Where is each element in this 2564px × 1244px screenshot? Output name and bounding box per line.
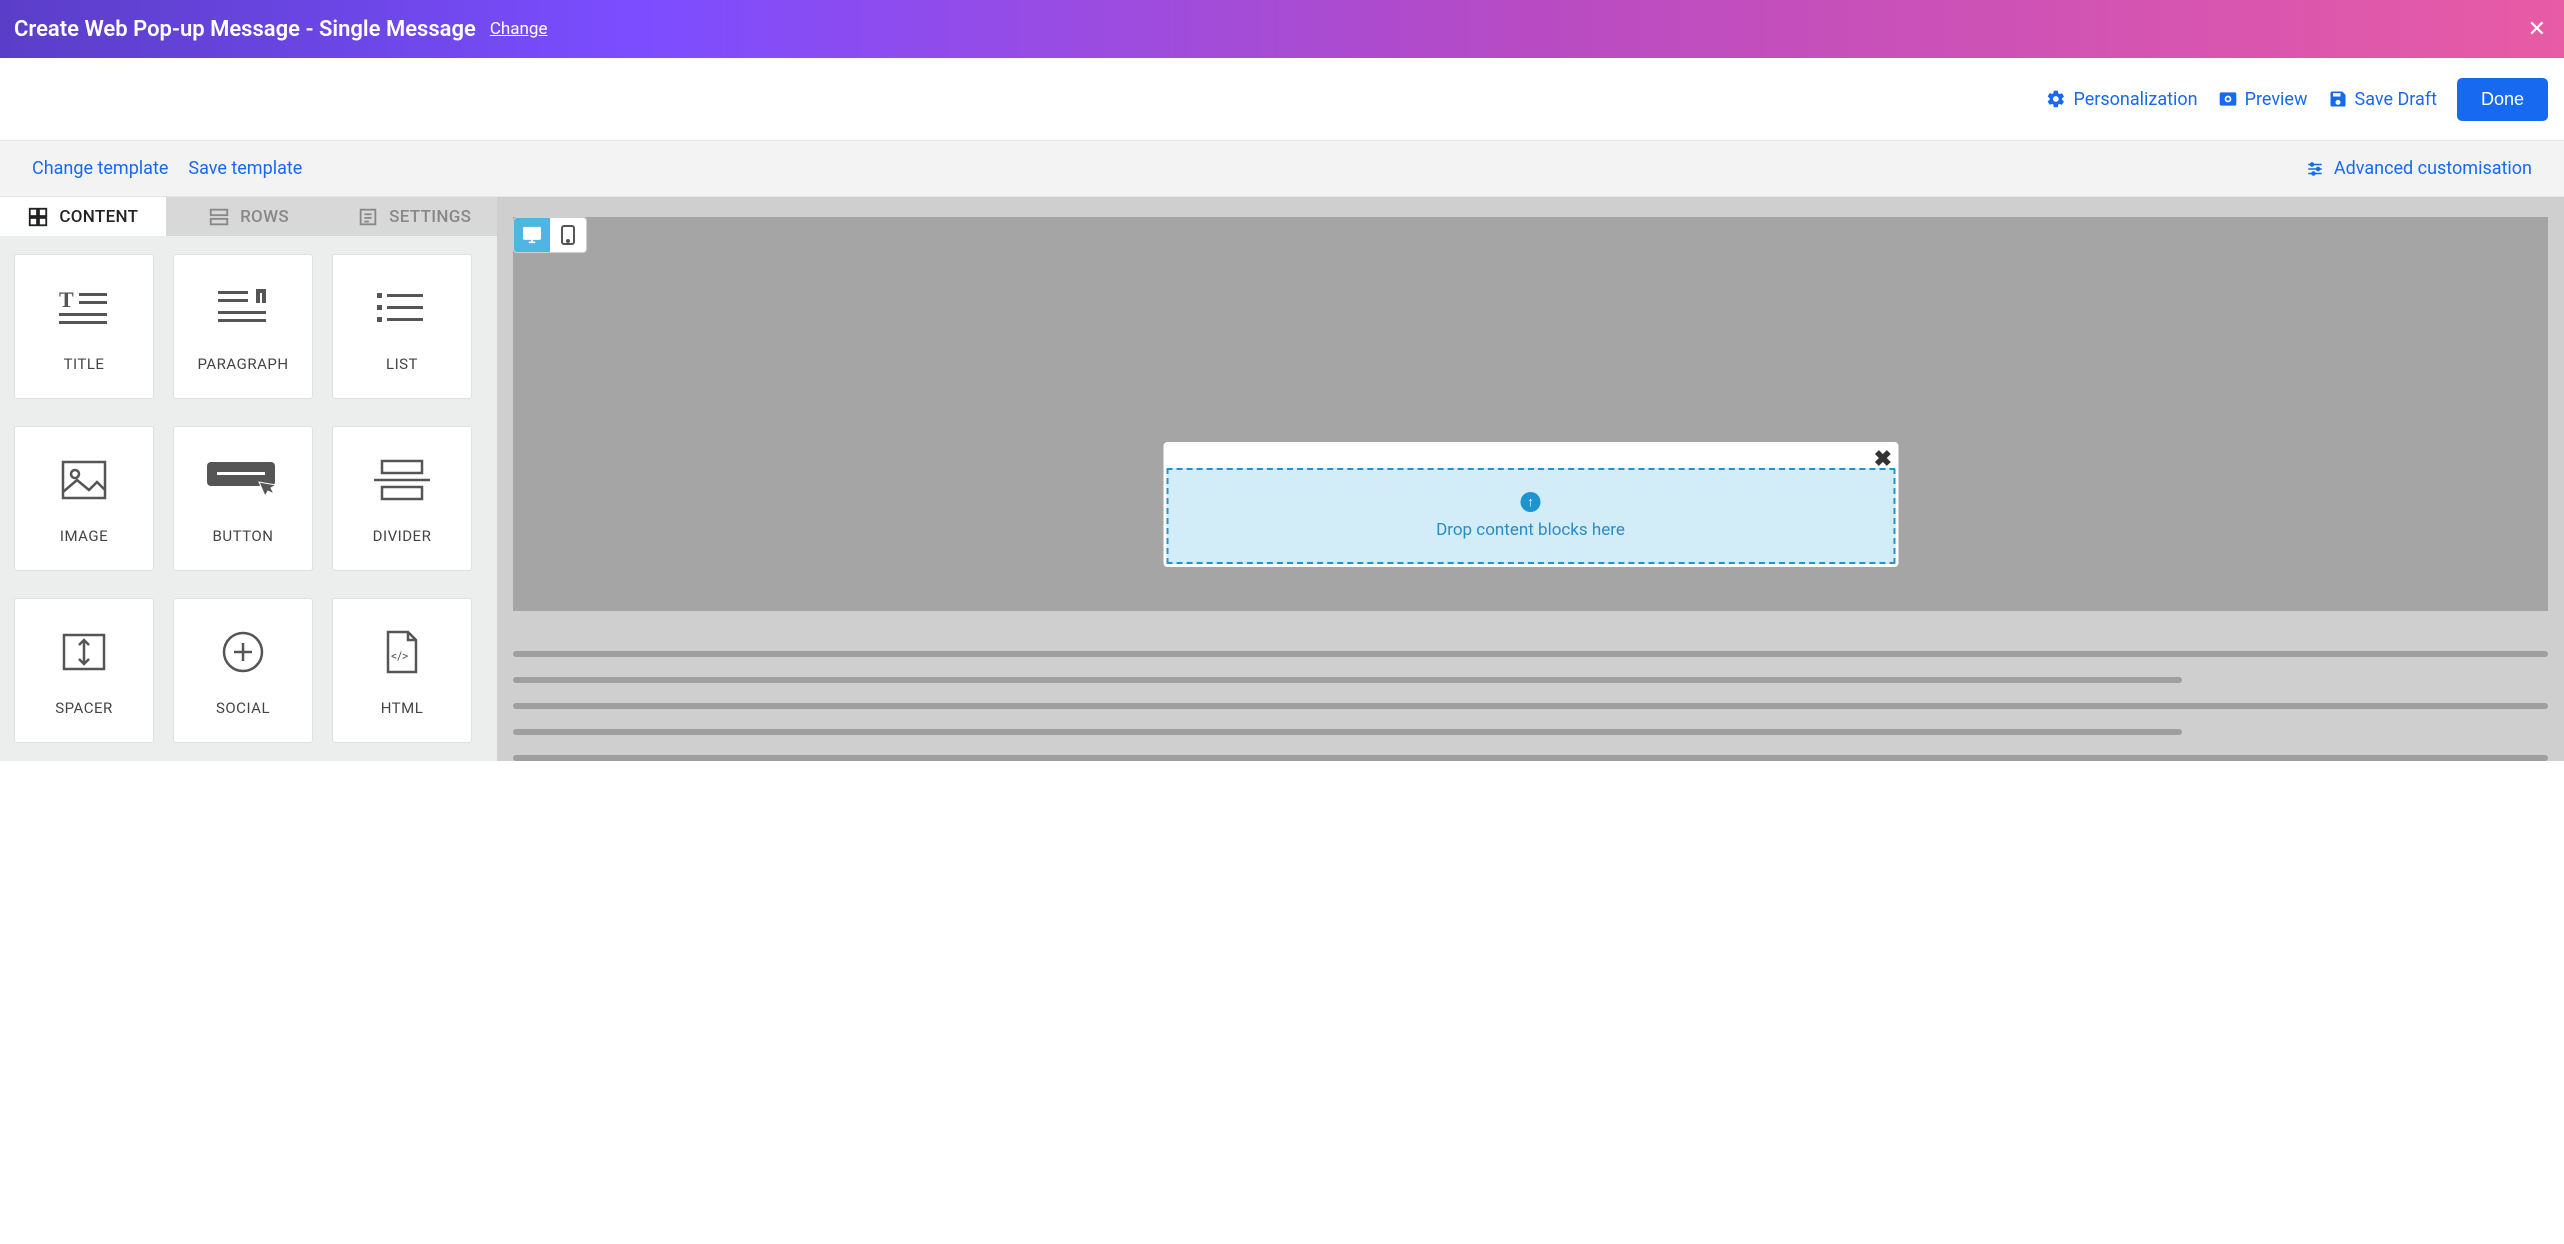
advanced-label: Advanced customisation [2334,158,2532,179]
preview-label: Preview [2245,89,2308,110]
template-bar: Change template Save template Advanced c… [0,141,2564,197]
page-title: Create Web Pop-up Message - Single Messa… [14,17,476,42]
tab-rows-label: ROWS [240,207,289,227]
drop-zone-text: Drop content blocks here [1436,520,1625,540]
block-html[interactable]: </> HTML [332,598,472,743]
block-image-label: IMAGE [60,527,108,545]
tab-settings[interactable]: SETTINGS [331,197,497,236]
mobile-icon [561,225,575,245]
placeholder-line [513,651,2548,657]
save-draft-button[interactable]: Save Draft [2328,89,2437,110]
tabs: CONTENT ROWS SETTINGS [0,197,497,236]
placeholder-line [513,755,2548,761]
rows-icon [208,206,230,228]
block-social[interactable]: SOCIAL [173,598,313,743]
gear-icon [2046,89,2066,109]
device-toggle [513,217,587,253]
block-social-label: SOCIAL [216,699,270,717]
popup-close-icon[interactable]: ✖ [1874,447,1892,472]
block-spacer-label: SPACER [55,699,113,717]
block-list-label: LIST [386,355,418,373]
block-paragraph-label: PARAGRAPH [197,355,288,373]
close-icon[interactable]: ✕ [2528,17,2546,42]
placeholder-line [513,703,2548,709]
device-mobile[interactable] [550,218,586,252]
block-button[interactable]: BUTTON [173,426,313,571]
block-spacer[interactable]: SPACER [14,598,154,743]
block-title-label: TITLE [64,355,105,373]
save-draft-label: Save Draft [2355,89,2437,110]
popup-preview: ✖ ↑ Drop content blocks here [1163,442,1898,567]
content-blocks-grid: T TITLE PARAGRAPH LIST IMAG [0,236,497,761]
block-list[interactable]: LIST [332,254,472,399]
save-icon [2328,89,2348,109]
change-template-link[interactable]: Change template [32,158,168,179]
tab-content-label: CONTENT [59,207,138,227]
button-icon [207,452,279,507]
title-icon: T [59,280,109,335]
settings-icon [357,206,379,228]
canvas-inner: ✖ ↑ Drop content blocks here [513,217,2548,611]
block-image[interactable]: IMAGE [14,426,154,571]
social-icon [222,624,264,679]
save-template-link[interactable]: Save template [188,158,302,179]
canvas: ✖ ↑ Drop content blocks here [497,197,2564,761]
device-desktop[interactable] [514,218,550,252]
html-icon: </> [384,624,420,679]
block-divider[interactable]: DIVIDER [332,426,472,571]
sliders-icon [2306,160,2324,178]
placeholder-line [513,677,2182,683]
tab-rows[interactable]: ROWS [166,197,332,236]
block-title[interactable]: T TITLE [14,254,154,399]
block-html-label: HTML [381,699,424,717]
personalization-label: Personalization [2073,89,2197,110]
block-button-label: BUTTON [213,527,274,545]
preview-button[interactable]: Preview [2218,89,2308,110]
change-link[interactable]: Change [490,19,548,39]
divider-icon [374,452,430,507]
list-icon [377,280,427,335]
spacer-icon [62,624,106,679]
svg-text:</>: </> [391,649,408,663]
upload-icon: ↑ [1521,492,1541,512]
block-paragraph[interactable]: PARAGRAPH [173,254,313,399]
placeholder-line [513,729,2182,735]
block-divider-label: DIVIDER [373,527,432,545]
image-icon [61,452,107,507]
topbar: Create Web Pop-up Message - Single Messa… [0,0,2564,58]
drop-zone[interactable]: ↑ Drop content blocks here [1166,468,1895,564]
tab-settings-label: SETTINGS [389,207,471,227]
paragraph-icon [218,280,268,335]
actionbar: Personalization Preview Save Draft Done [0,58,2564,141]
svg-text:T: T [59,287,74,312]
done-button[interactable]: Done [2457,78,2548,121]
placeholder-lines [513,611,2548,761]
preview-icon [2218,89,2238,109]
tab-content[interactable]: CONTENT [0,197,166,236]
desktop-icon [522,226,542,244]
content-icon [27,206,49,228]
advanced-customisation-link[interactable]: Advanced customisation [2306,158,2532,179]
personalization-button[interactable]: Personalization [2046,89,2197,110]
left-panel: CONTENT ROWS SETTINGS T TITLE [0,197,497,761]
main: CONTENT ROWS SETTINGS T TITLE [0,197,2564,761]
